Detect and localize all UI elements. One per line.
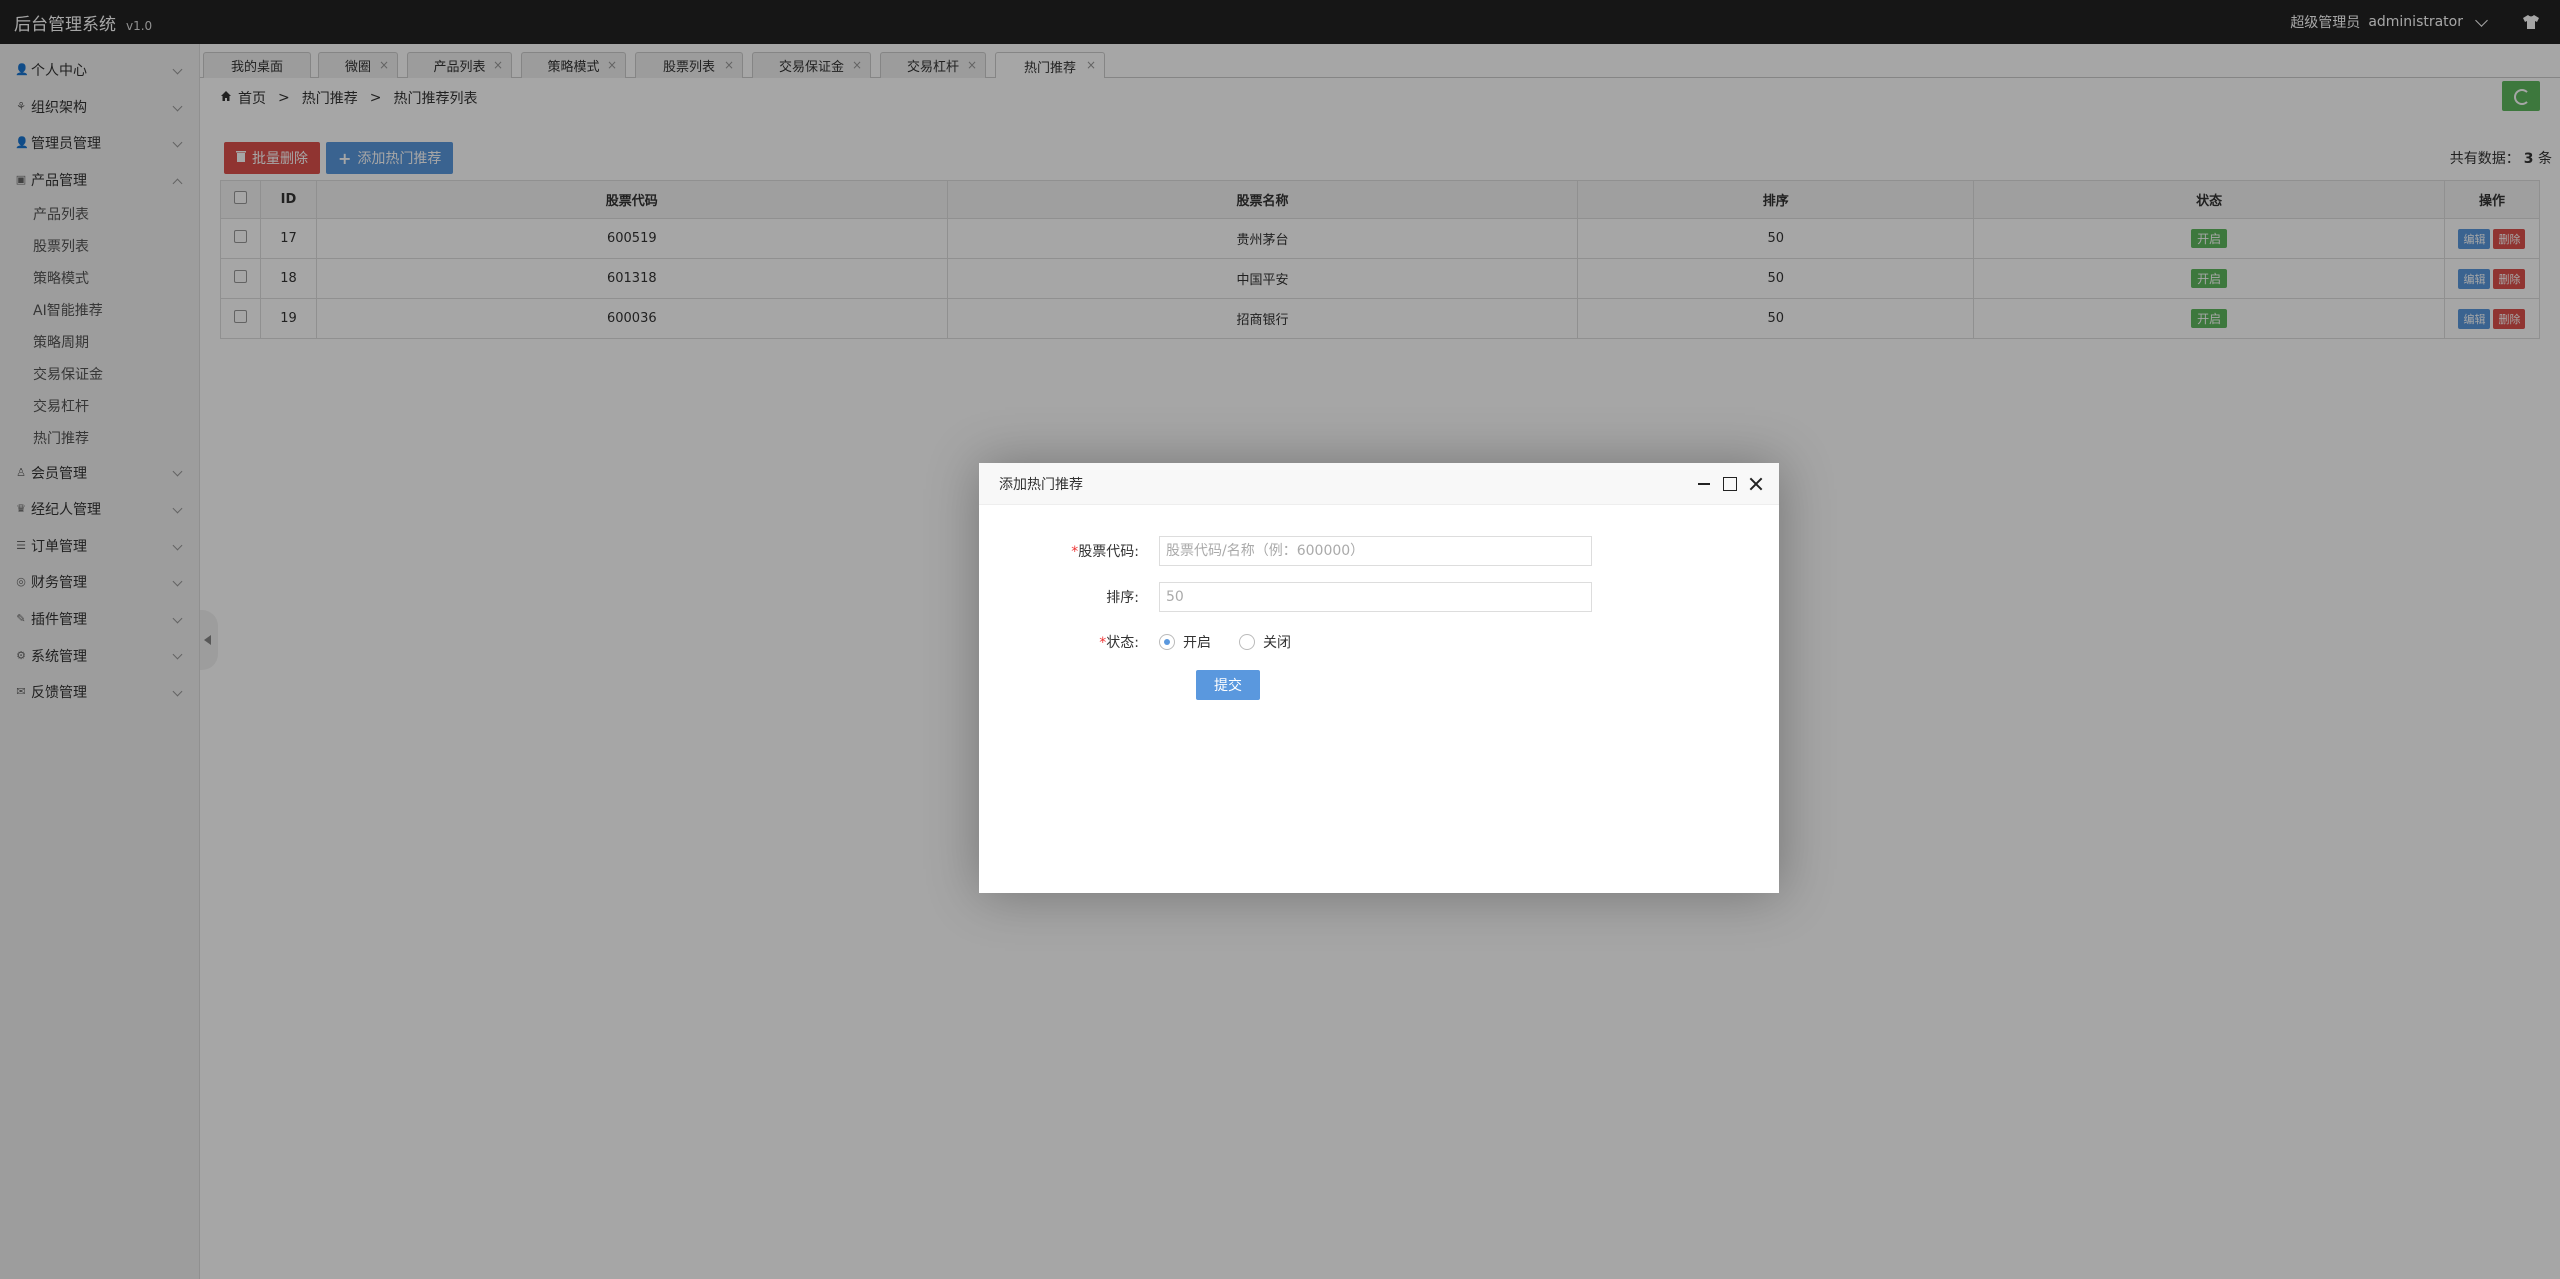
sort-input[interactable]: [1159, 582, 1592, 612]
status-on-radio[interactable]: [1159, 634, 1175, 650]
dialog-title: 添加热门推荐: [999, 476, 1083, 493]
form-row-code: *股票代码:: [979, 535, 1779, 567]
stock-code-input[interactable]: [1159, 536, 1592, 566]
sort-label: 排序:: [1106, 590, 1139, 606]
status-on-label[interactable]: 开启: [1183, 632, 1211, 652]
minimize-icon[interactable]: [1697, 477, 1711, 491]
status-off-radio[interactable]: [1239, 634, 1255, 650]
form-row-status: *状态: 开启 关闭: [979, 626, 1779, 658]
code-label-text: 股票代码:: [1078, 544, 1139, 560]
dialog-header: 添加热门推荐: [979, 463, 1779, 505]
status-radio-group: 开启 关闭: [1159, 632, 1311, 652]
dialog-controls: [1697, 463, 1763, 505]
status-label: *状态:: [979, 632, 1159, 652]
code-label: *股票代码:: [979, 541, 1159, 561]
form-row-submit: 提交: [979, 669, 1779, 701]
submit-button[interactable]: 提交: [1196, 670, 1260, 700]
status-off-label[interactable]: 关闭: [1263, 632, 1291, 652]
add-hot-dialog: 添加热门推荐 *股票代码: 排序: *状态: 开启 关闭 提交: [979, 463, 1779, 893]
status-label-text: 状态:: [1106, 635, 1139, 651]
close-icon[interactable]: [1749, 477, 1763, 491]
maximize-icon[interactable]: [1723, 477, 1737, 491]
form-row-sort: 排序:: [979, 581, 1779, 613]
